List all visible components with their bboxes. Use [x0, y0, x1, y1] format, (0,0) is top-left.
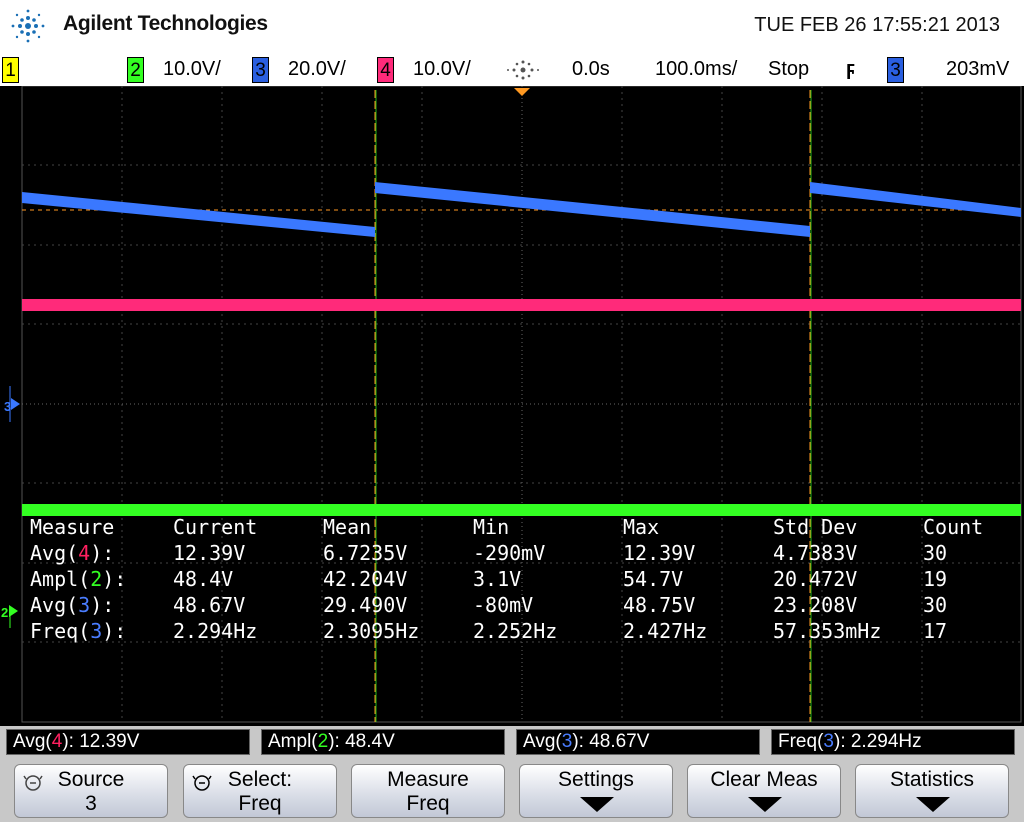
ch4-badge[interactable]: 4: [377, 57, 394, 83]
measurement-mean-value: 42.204V: [323, 567, 408, 591]
measurement-min-value: 2.252Hz: [473, 619, 558, 643]
header-current: Current: [173, 515, 258, 539]
measurement-current-value: 2.294Hz: [173, 619, 258, 643]
measurement-max-value: 48.75V: [623, 593, 696, 617]
header-mean: Mean: [323, 515, 372, 539]
ch4-waveform: [22, 299, 1021, 311]
clear-meas-softkey[interactable]: Clear Meas: [687, 764, 841, 818]
ch2-scale: 10.0V/: [163, 58, 221, 80]
measurement-row-label: Avg(3):: [30, 593, 115, 617]
measurement-count-value: 17: [923, 619, 948, 643]
timebase: 100.0ms/: [655, 58, 738, 80]
quick-meas-1[interactable]: Avg(4): 12.39V: [6, 729, 250, 755]
measurement-std-value: 57.353mHz: [773, 619, 882, 643]
header-max: Max: [623, 515, 660, 539]
rotary-knob-icon: [192, 775, 212, 791]
measurement-current-value: 48.4V: [173, 567, 234, 591]
quick-measurements-bar: Avg(4): 12.39V Ampl(2): 48.4V Avg(3): 48…: [0, 726, 1024, 758]
settings-softkey[interactable]: Settings: [519, 764, 673, 818]
measurement-min-value: -80mV: [473, 593, 534, 617]
rotary-knob-icon: [23, 775, 43, 791]
measurement-mean-value: 6.7235V: [323, 541, 408, 565]
softkey-bar: Source 3 Select: Freq Measure Freq Settings…: [0, 758, 1024, 822]
measure-softkey[interactable]: Measure Freq: [351, 764, 505, 818]
measurement-min-value: -290mV: [473, 541, 546, 565]
ch3-badge[interactable]: 3: [252, 57, 269, 83]
statistics-softkey[interactable]: Statistics: [855, 764, 1009, 818]
svg-text:2: 2: [1, 605, 8, 620]
submenu-arrow-icon: [916, 797, 950, 812]
agilent-spark-logo-icon: [11, 9, 45, 43]
submenu-arrow-icon: [748, 797, 782, 812]
quick-meas-4[interactable]: Freq(3): 2.294Hz: [771, 729, 1015, 755]
measurement-mean-value: 2.3095Hz: [323, 619, 420, 643]
measurement-std-value: 4.7383V: [773, 541, 858, 565]
header-measure: Measure: [30, 515, 115, 539]
date-time: TUE FEB 26 17:55:21 2013: [754, 14, 1000, 36]
measurement-current-value: 48.67V: [173, 593, 246, 617]
measurement-std-value: 20.472V: [773, 567, 858, 591]
measurement-max-value: 2.427Hz: [623, 619, 708, 643]
ch3-scale: 20.0V/: [288, 58, 346, 80]
delay-knob-icon: [507, 60, 539, 80]
header-std-dev: Std Dev: [773, 515, 858, 539]
quick-meas-3[interactable]: Avg(3): 48.67V: [516, 729, 760, 755]
ch1-badge[interactable]: 1: [2, 57, 19, 83]
title-bar: Agilent Technologies TUE FEB 26 17:55:21…: [0, 0, 1024, 54]
measurement-max-value: 54.7V: [623, 567, 684, 591]
horizontal-delay: 0.0s: [572, 58, 610, 80]
measurement-std-value: 23.208V: [773, 593, 858, 617]
measurement-count-value: 30: [923, 541, 948, 565]
measurement-row-label: Freq(3):: [30, 619, 127, 643]
trigger-level: 203mV: [946, 58, 1010, 80]
header-min: Min: [473, 515, 510, 539]
trigger-slope-icon: ϝ: [846, 58, 856, 80]
brand-name: Agilent Technologies: [63, 12, 268, 35]
ch4-scale: 10.0V/: [413, 58, 471, 80]
quick-meas-2[interactable]: Ampl(2): 48.4V: [261, 729, 505, 755]
measurement-row-label: Ampl(2):: [30, 567, 127, 591]
measurement-count-value: 30: [923, 593, 948, 617]
trigger-source-badge[interactable]: 3: [887, 57, 904, 83]
status-bar: 1 2 10.0V/ 3 20.0V/ 4 10.0V/ 0.0s 100.0m…: [0, 54, 1024, 86]
measurement-row-label: Avg(4):: [30, 541, 115, 565]
ch2-badge[interactable]: 2: [127, 57, 144, 83]
ch2-waveform: [22, 504, 1021, 516]
submenu-arrow-icon: [580, 797, 614, 812]
select-softkey[interactable]: Select: Freq: [183, 764, 337, 818]
measurement-max-value: 12.39V: [623, 541, 696, 565]
measurement-min-value: 3.1V: [473, 567, 522, 591]
source-softkey[interactable]: Source 3: [14, 764, 168, 818]
run-state: Stop: [768, 58, 810, 80]
measurement-current-value: 12.39V: [173, 541, 246, 565]
measurement-mean-value: 29.490V: [323, 593, 408, 617]
measurement-count-value: 19: [923, 567, 948, 591]
header-count: Count: [923, 515, 984, 539]
